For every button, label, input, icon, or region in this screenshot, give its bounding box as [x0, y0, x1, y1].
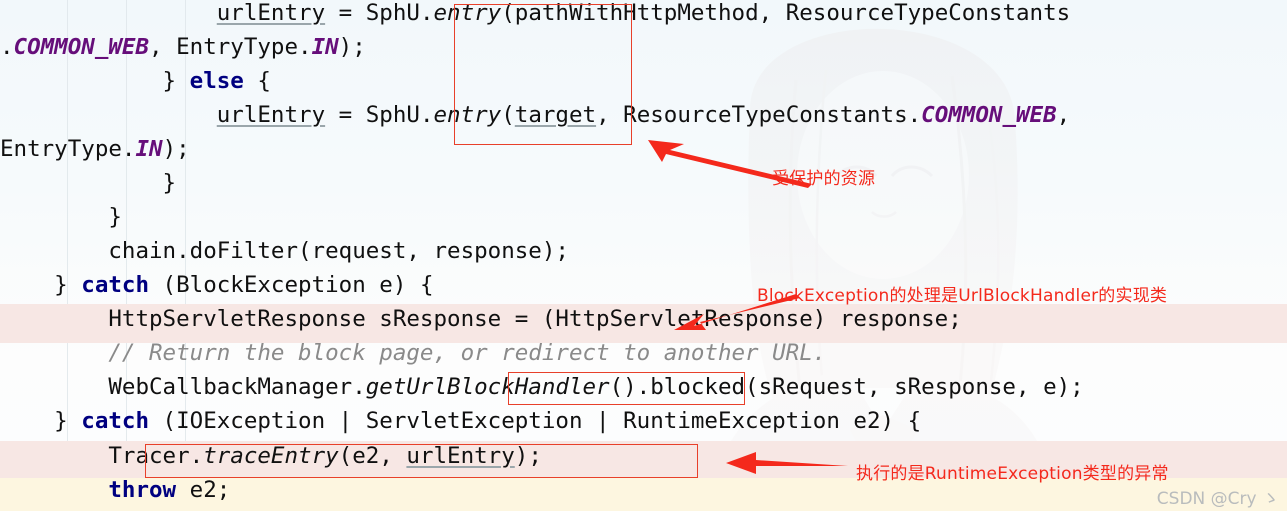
code-line: urlEntry = SphU.entry(target, ResourceTy…	[216, 102, 1071, 128]
annotation-note-block-exception-handler: BlockException的处理是UrlBlockHandler的实现类	[757, 286, 1168, 306]
code-line: EntryType.IN);	[0, 136, 190, 162]
code-line: // Return the block page, or redirect to…	[108, 340, 827, 366]
code-line: }	[0, 170, 177, 196]
code-line: .COMMON_WEB, EntryType.IN);	[0, 34, 366, 60]
annotation-note-protected-resource: 受保护的资源	[772, 169, 876, 189]
code-editor-screenshot: urlEntry = SphU.entry(pathWithHttpMethod…	[0, 0, 1287, 511]
code-line: }	[0, 204, 122, 230]
code-line: } catch (IOException | ServletException …	[0, 408, 922, 434]
code-lines-container: urlEntry = SphU.entry(pathWithHttpMethod…	[0, 0, 1287, 511]
code-line: WebCallbackManager.getUrlBlockHandler().…	[0, 374, 1084, 400]
code-line: chain.doFilter(request, response);	[0, 238, 569, 264]
code-line: } else {	[0, 68, 271, 94]
annotation-note-runtime-exception: 执行的是RuntimeException类型的异常	[856, 464, 1169, 484]
code-line: HttpServletResponse sResponse = (HttpSer…	[0, 306, 962, 332]
csdn-watermark: CSDN @Cry ゝ	[1156, 489, 1279, 509]
code-line: urlEntry = SphU.entry(pathWithHttpMethod…	[216, 0, 1071, 26]
